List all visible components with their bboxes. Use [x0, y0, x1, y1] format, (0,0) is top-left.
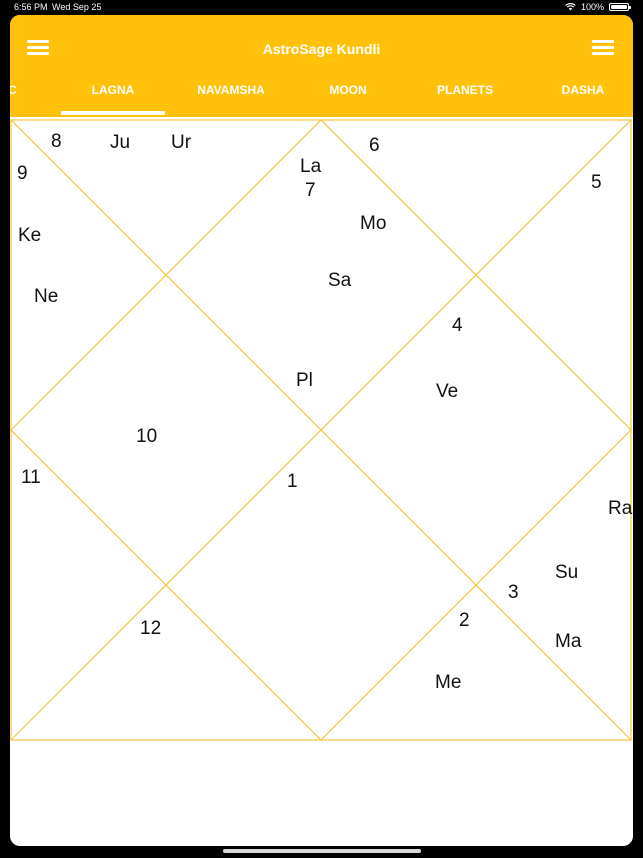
tab-moon[interactable]: MOON	[308, 83, 388, 97]
lagna-chart: 8 9 7 6 5 4 10 11 1 3 2 12 Ju Ur Ke Ne L…	[10, 119, 633, 741]
tab-bar: C LAGNA NAVAMSHA MOON PLANETS DASHA	[10, 75, 633, 117]
house-number: 1	[287, 471, 298, 492]
house-number: 12	[140, 618, 161, 639]
status-time: 6:56 PM	[14, 2, 48, 12]
tab-dasha[interactable]: DASHA	[543, 83, 623, 97]
planet-label: Ur	[171, 132, 192, 153]
battery-percent: 100%	[580, 2, 604, 12]
chart-lines	[10, 119, 632, 741]
planet-label: Sa	[328, 270, 352, 291]
selected-tab-indicator	[61, 111, 165, 115]
house-number: 9	[17, 163, 28, 184]
planet-label: Su	[555, 562, 578, 583]
house-number: 7	[305, 180, 316, 201]
tab-chalit[interactable]: C	[10, 83, 17, 97]
tab-navamsha[interactable]: NAVAMSHA	[181, 83, 281, 97]
house-number: 2	[459, 610, 470, 631]
tab-planets[interactable]: PLANETS	[425, 83, 505, 97]
house-number: 8	[51, 131, 62, 152]
status-bar: 6:56 PM Wed Sep 25 100%	[0, 0, 643, 14]
app-header: AstroSage Kundli C LAGNA NAVAMSHA MOON P…	[10, 15, 633, 117]
house-number: 10	[136, 426, 157, 447]
planet-label: Ma	[555, 631, 582, 652]
house-number: 6	[369, 135, 380, 156]
battery-icon	[609, 3, 631, 11]
planet-label: Ke	[18, 225, 41, 246]
planet-label: Ra	[608, 498, 633, 519]
status-date: Wed Sep 25	[52, 2, 102, 12]
planet-label: Ve	[436, 381, 458, 402]
house-number: 11	[21, 467, 41, 488]
wifi-icon	[565, 3, 576, 11]
planet-label: Mo	[360, 213, 386, 234]
app-window: AstroSage Kundli C LAGNA NAVAMSHA MOON P…	[10, 15, 633, 846]
planet-label: Pl	[296, 370, 313, 391]
tab-lagna[interactable]: LAGNA	[61, 83, 165, 97]
planet-label: Ne	[34, 286, 58, 307]
home-indicator[interactable]	[223, 849, 421, 853]
house-number: 5	[591, 172, 602, 193]
planet-label: Me	[435, 672, 461, 693]
planet-label: Ju	[110, 132, 130, 153]
planet-label: La	[300, 156, 322, 177]
house-number: 4	[452, 315, 463, 336]
app-title: AstroSage Kundli	[262, 41, 381, 57]
status-right: 100%	[565, 2, 631, 12]
options-menu-icon[interactable]	[592, 40, 614, 56]
house-number: 3	[508, 582, 519, 603]
